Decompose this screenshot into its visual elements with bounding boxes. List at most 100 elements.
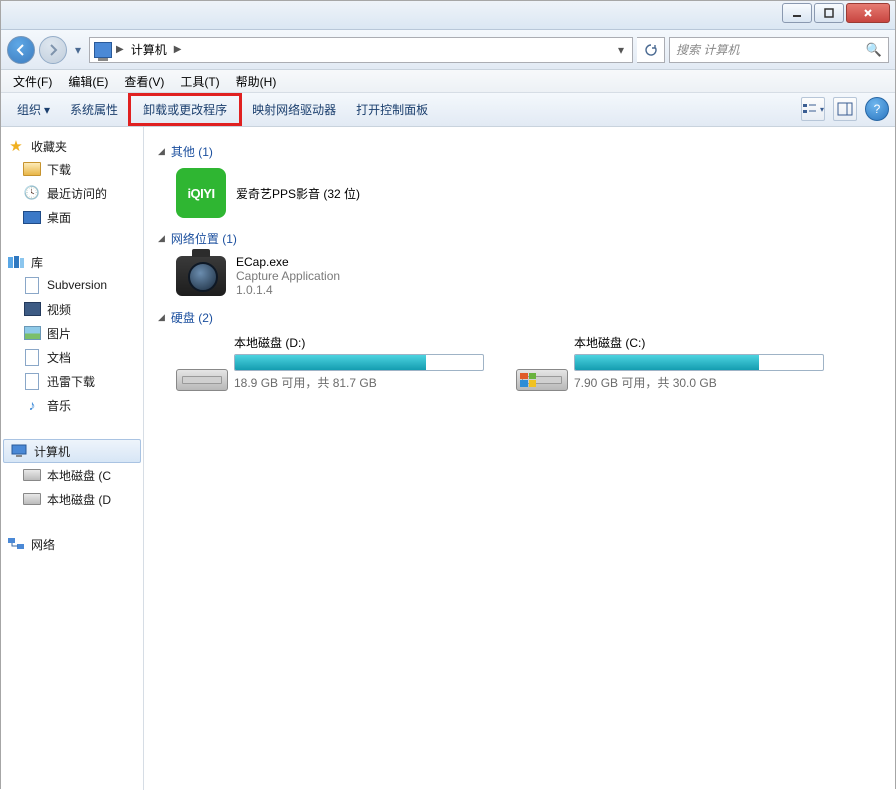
open-control-panel-button[interactable]: 打开控制面板	[346, 97, 438, 122]
search-input[interactable]: 搜索 计算机 🔍	[669, 37, 889, 63]
breadcrumb-computer[interactable]: 计算机	[128, 39, 170, 60]
back-button[interactable]	[7, 36, 35, 64]
recent-icon: 🕓	[23, 184, 41, 202]
drive-c[interactable]: 本地磁盘 (C:) 7.90 GB 可用，共 30.0 GB	[516, 334, 836, 391]
usage-bar	[574, 354, 824, 371]
desktop-icon	[23, 208, 41, 226]
item-name: ECap.exe	[236, 255, 340, 269]
drive-icon	[23, 466, 41, 484]
sidebar-label: 网络	[31, 536, 55, 553]
minimize-button[interactable]	[782, 3, 812, 23]
drive-icon	[516, 355, 566, 391]
usage-bar	[234, 354, 484, 371]
organize-button[interactable]: 组织▾	[7, 97, 60, 122]
drive-free-text: 7.90 GB 可用，共 30.0 GB	[574, 374, 836, 391]
collapse-icon: ◢	[158, 312, 165, 323]
help-button[interactable]: ?	[865, 97, 889, 121]
picture-icon	[23, 324, 41, 342]
close-button[interactable]	[846, 3, 890, 23]
group-header-other[interactable]: ◢ 其他 (1)	[158, 143, 881, 160]
usage-fill	[235, 355, 426, 370]
music-icon: ♪	[23, 396, 41, 414]
map-network-drive-button[interactable]: 映射网络驱动器	[242, 97, 346, 122]
sidebar-item-downloads[interactable]: 下载	[1, 157, 143, 181]
content-area: ◢ 其他 (1) iQIYI 爱奇艺PPS影音 (32 位) ◢ 网络位置 (1…	[144, 127, 895, 790]
uninstall-change-program-button[interactable]: 卸载或更改程序	[128, 93, 242, 126]
computer-icon	[94, 42, 112, 58]
sidebar-item-local-c[interactable]: 本地磁盘 (C	[1, 463, 143, 487]
collapse-icon: ◢	[158, 146, 165, 157]
sidebar-item-documents[interactable]: 文档	[1, 345, 143, 369]
camera-icon	[176, 256, 226, 296]
preview-pane-button[interactable]	[833, 97, 857, 121]
titlebar	[1, 1, 895, 30]
sidebar-label: 收藏夹	[31, 138, 67, 155]
chevron-down-icon: ▾	[44, 103, 50, 117]
network-icon	[7, 535, 25, 553]
document-icon	[23, 348, 41, 366]
item-name: 爱奇艺PPS影音 (32 位)	[236, 185, 360, 202]
item-iqiyi[interactable]: iQIYI 爱奇艺PPS影音 (32 位)	[176, 168, 496, 218]
drive-icon	[23, 490, 41, 508]
menu-view[interactable]: 查看(V)	[116, 70, 172, 93]
drive-icon	[176, 355, 226, 391]
forward-button[interactable]	[39, 36, 67, 64]
menu-tools[interactable]: 工具(T)	[172, 70, 227, 93]
document-icon	[23, 276, 41, 294]
star-icon: ★	[7, 137, 25, 155]
collapse-icon: ◢	[158, 233, 165, 244]
navigation-bar: ▾ ▶ 计算机 ▶ ▾ 搜索 计算机 🔍	[1, 30, 895, 70]
sidebar-libraries[interactable]: 库	[1, 251, 143, 273]
search-icon: 🔍	[866, 42, 882, 58]
sidebar-item-recent[interactable]: 🕓最近访问的	[1, 181, 143, 205]
breadcrumb-separator-icon: ▶	[174, 44, 182, 55]
address-bar[interactable]: ▶ 计算机 ▶ ▾	[89, 37, 633, 63]
menu-file[interactable]: 文件(F)	[5, 70, 60, 93]
nav-history-dropdown[interactable]: ▾	[71, 36, 85, 64]
body-area: ★ 收藏夹 下载 🕓最近访问的 桌面 库 Subversion 视频 图片 文档	[1, 127, 895, 790]
menubar: 文件(F) 编辑(E) 查看(V) 工具(T) 帮助(H)	[1, 70, 895, 93]
item-ecap[interactable]: ECap.exe Capture Application 1.0.1.4	[176, 255, 496, 297]
sidebar-computer[interactable]: 计算机	[3, 439, 141, 463]
usage-fill	[575, 355, 759, 370]
sidebar-network[interactable]: 网络	[1, 533, 143, 555]
sidebar-item-pictures[interactable]: 图片	[1, 321, 143, 345]
sidebar-item-videos[interactable]: 视频	[1, 297, 143, 321]
computer-icon	[10, 442, 28, 460]
sidebar-favorites[interactable]: ★ 收藏夹	[1, 135, 143, 157]
toolbar: 组织▾ 系统属性 卸载或更改程序 映射网络驱动器 打开控制面板 ▾ ?	[1, 93, 895, 127]
system-properties-button[interactable]: 系统属性	[60, 97, 128, 122]
drive-free-text: 18.9 GB 可用，共 81.7 GB	[234, 374, 496, 391]
menu-help[interactable]: 帮助(H)	[228, 70, 285, 93]
group-header-netloc[interactable]: ◢ 网络位置 (1)	[158, 230, 881, 247]
sidebar-item-desktop[interactable]: 桌面	[1, 205, 143, 229]
sidebar-item-subversion[interactable]: Subversion	[1, 273, 143, 297]
item-version: 1.0.1.4	[236, 283, 340, 297]
sidebar-item-music[interactable]: ♪音乐	[1, 393, 143, 417]
iqiyi-icon: iQIYI	[176, 168, 226, 218]
navigation-pane: ★ 收藏夹 下载 🕓最近访问的 桌面 库 Subversion 视频 图片 文档	[1, 127, 144, 790]
refresh-button[interactable]	[637, 37, 665, 63]
view-options-button[interactable]: ▾	[801, 97, 825, 121]
group-header-drives[interactable]: ◢ 硬盘 (2)	[158, 309, 881, 326]
menu-edit[interactable]: 编辑(E)	[60, 70, 116, 93]
explorer-window: ▾ ▶ 计算机 ▶ ▾ 搜索 计算机 🔍 文件(F) 编辑(E) 查看(V) 工…	[0, 0, 896, 789]
sidebar-item-xunlei[interactable]: 迅雷下载	[1, 369, 143, 393]
sidebar-label: 计算机	[34, 443, 70, 460]
drive-title: 本地磁盘 (C:)	[574, 334, 836, 351]
search-placeholder: 搜索 计算机	[676, 41, 866, 58]
library-icon	[7, 253, 25, 271]
sidebar-label: 库	[31, 254, 43, 271]
drive-title: 本地磁盘 (D:)	[234, 334, 496, 351]
drive-d[interactable]: 本地磁盘 (D:) 18.9 GB 可用，共 81.7 GB	[176, 334, 496, 391]
document-icon	[23, 372, 41, 390]
breadcrumb-separator-icon: ▶	[116, 44, 124, 55]
windows-flag-icon	[520, 373, 536, 387]
video-icon	[23, 300, 41, 318]
sidebar-item-local-d[interactable]: 本地磁盘 (D	[1, 487, 143, 511]
maximize-button[interactable]	[814, 3, 844, 23]
folder-icon	[23, 160, 41, 178]
item-description: Capture Application	[236, 269, 340, 283]
address-dropdown-icon[interactable]: ▾	[614, 43, 628, 57]
chevron-down-icon: ▾	[820, 105, 824, 114]
